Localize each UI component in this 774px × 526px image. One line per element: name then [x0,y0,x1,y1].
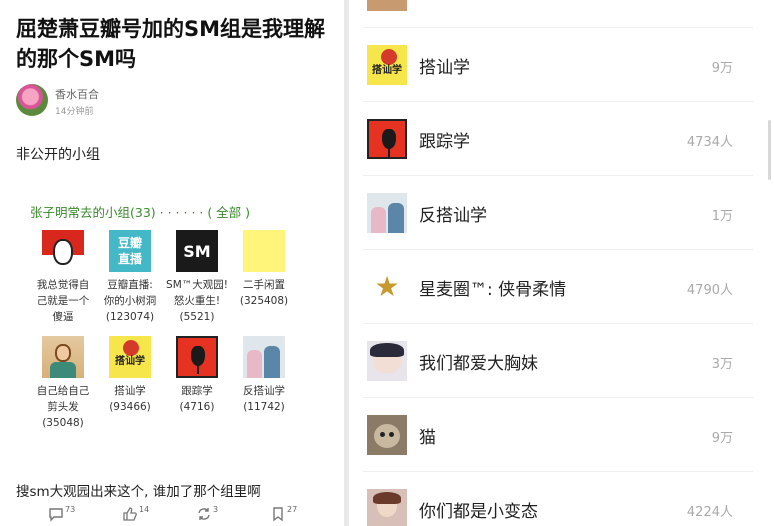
group-member-count: 9万 [711,431,733,446]
group-name: SM™大观园! [166,279,228,291]
book-cover-icon-text: 搭讪学 [372,65,402,76]
group-name: 搭讪学 [419,58,470,78]
list-item[interactable]: 我们都爱大胸妹 3万 [349,324,753,398]
save-button[interactable]: 27 [270,505,298,522]
post-title: 屈楚萧豆瓣号加的SM组是我理解的那个SM吗 [16,17,326,71]
group-item[interactable]: 豆瓣 直播 豆瓣直播: 你的小树洞 (123074) [97,230,163,325]
repost-button[interactable]: 3 [196,505,219,522]
group-item[interactable]: SM SM™大观园! 怒火重生! (5521) [164,230,230,325]
group-name: 星麦圈™: 侠骨柔情 [419,280,567,300]
anime-char-icon [367,489,407,526]
post-panel: 屈楚萧豆瓣号加的SM组是我理解的那个SM吗 香水百合 14分钟前 非公开的小组 … [0,0,344,526]
group-member-count: (4716) [179,401,215,413]
group-name: 你们都是小变态 [419,502,538,522]
partial-thumb-icon [367,0,407,11]
post-footer-text: 搜sm大观园出来这个, 谁加了那个组里啊 [16,484,261,500]
group-member-count: (11742) [243,401,285,413]
anime-girl-icon [367,341,407,381]
group-member-count: (93466) [109,401,151,413]
post-time: 14分钟前 [55,107,94,117]
group-member-count: 4224人 [686,505,733,520]
douban-live-icon-text: 豆瓣 [117,236,142,250]
group-name: 我们都爱大胸妹 [419,354,538,374]
group-member-count: 1万 [711,209,733,224]
book-cover-icon: 搭讪学 [367,45,407,85]
book-cover-icon-text: 搭讪学 [115,356,145,367]
douban-live-icon: 豆瓣 直播 [109,230,151,272]
girl-avatar-icon [42,336,84,378]
group-member-count: 9万 [711,61,733,76]
bookmark-icon [273,507,283,522]
sm-logo-icon-text: SM [183,241,211,261]
author-name[interactable]: 香水百合 [55,86,99,102]
group-member-count: (5521) [179,311,215,323]
group-name: 我总觉得自 [36,279,90,291]
group-item[interactable]: 我总觉得自 己就是一个 傻逼 [30,230,96,325]
thumbs-up-icon [123,507,137,521]
red-figure-icon [176,336,218,378]
group-name: 反搭讪学 [243,385,285,397]
red-figure-icon [367,119,407,159]
group-member-count: (325408) [239,295,289,307]
book-cover-icon: 搭讪学 [109,336,151,378]
gold-star-icon: ★ [367,267,407,307]
people-icon [243,336,285,378]
author-avatar[interactable] [16,84,48,116]
groups-all-link[interactable]: · · · · · · ( 全部 ) [160,205,250,220]
like-button[interactable]: 14 [122,505,150,522]
save-count: 27 [287,505,298,514]
group-member-count: 4790人 [686,283,733,298]
yellow-square-icon [243,230,285,272]
group-item[interactable]: 跟踪学 (4716) [164,336,230,415]
group-member-count: 4734人 [686,135,733,150]
group-name: 搭讪学 [114,385,146,397]
cat-icon [367,415,407,455]
group-member-count: (35048) [42,417,84,429]
group-item[interactable]: 自己给自己 剪头发 (35048) [30,336,96,431]
post-body: 非公开的小组 [16,147,100,163]
group-name: 自己给自己 [36,385,90,397]
comment-count: 73 [65,505,76,514]
list-item[interactable]: ★ 星麦圈™: 侠骨柔情 4790人 [349,250,753,324]
group-name: 傻逼 [52,311,74,323]
like-count: 14 [139,505,150,514]
list-item[interactable] [349,0,753,28]
flag-face-icon [42,230,84,272]
group-name: 怒火重生! [173,295,221,307]
group-name: 你的小树洞 [103,295,157,307]
group-member-count: (123074) [105,311,155,323]
group-name: 猫 [419,428,436,448]
people-icon [367,193,407,233]
list-item[interactable]: 猫 9万 [349,398,753,472]
groups-header-label[interactable]: 张子明常去的小组(33) [30,205,156,220]
group-item[interactable]: 反搭讪学 (11742) [231,336,297,415]
group-name: 跟踪学 [181,385,213,397]
repost-count: 3 [213,505,219,514]
sm-logo-icon: SM [176,230,218,272]
group-name: 豆瓣直播: [107,279,153,291]
repost-icon [198,508,210,520]
group-name: 二手闲置 [243,279,285,291]
group-list-panel: 搭讪学 搭讪学 9万 跟踪学 4734人 反搭讪学 1万 ★ 星麦圈™: 侠骨柔… [349,0,774,526]
list-item[interactable]: 你们都是小变态 4224人 [349,472,753,526]
douban-live-icon-text: 直播 [117,252,142,266]
group-name: 跟踪学 [419,132,470,152]
groups-header: 张子明常去的小组(33) · · · · · · ( 全部 ) [30,202,250,221]
group-member-count: 3万 [711,357,733,372]
list-item[interactable]: 跟踪学 4734人 [349,102,753,176]
group-name: 剪头发 [47,401,79,413]
list-item[interactable]: 搭讪学 搭讪学 9万 [349,28,753,102]
group-item[interactable]: 搭讪学 搭讪学 (93466) [97,336,163,415]
comment-icon [49,508,63,522]
group-name: 己就是一个 [36,295,90,307]
group-name: 反搭讪学 [419,206,487,226]
scrollbar[interactable] [768,120,771,180]
group-item[interactable]: 二手闲置 (325408) [231,230,297,309]
comment-button[interactable]: 73 [48,505,76,522]
gold-star-glyph: ★ [374,270,400,303]
list-item[interactable]: 反搭讪学 1万 [349,176,753,250]
